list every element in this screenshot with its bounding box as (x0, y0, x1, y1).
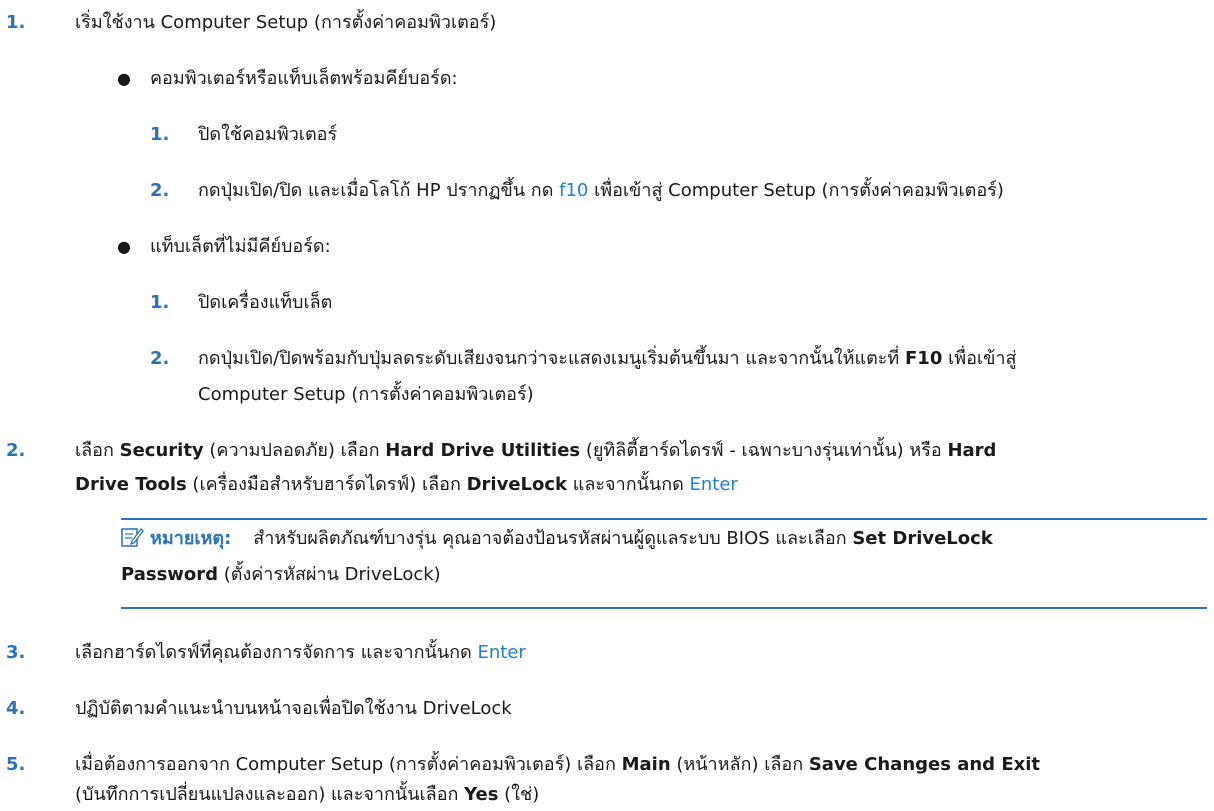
substep-text-cont: Computer Setup (การตั้งค่าคอมพิวเตอร์) (198, 384, 534, 405)
key-F10: F10 (905, 348, 943, 369)
step-number: 4. (6, 698, 26, 719)
step-text: เลือก Security (ความปลอดภัย) เลือก Hard … (75, 440, 997, 461)
substep-text: ปิดใช้คอมพิวเตอร์ (198, 124, 338, 145)
document-page: 1. เริ่มใช้งาน Computer Setup (การตั้งค่… (0, 0, 1214, 811)
substep-text: กดปุ่มเปิด/ปิดพร้อมกับปุ่มลดระดับเสียงจน… (198, 348, 1017, 369)
note-pencil-icon (121, 528, 144, 547)
note-line: หมายเหตุ: สำหรับผลิตภัณฑ์บางรุ่น คุณอาจต้… (150, 528, 993, 549)
step-number: 5. (6, 754, 26, 775)
step-number: 2. (6, 440, 26, 461)
step-text: เริ่มใช้งาน Computer Setup (การตั้งค่าคอ… (75, 12, 497, 33)
bullet-text: คอมพิวเตอร์หรือแท็บเล็ตพร้อมคีย์บอร์ด: (150, 68, 458, 89)
key-f10: f10 (559, 180, 589, 201)
note-top-rule (121, 518, 1207, 520)
key-enter: Enter (689, 474, 738, 495)
substep-number: 2. (150, 180, 170, 201)
substep-number: 1. (150, 292, 170, 313)
substep-text: ปิดเครื่องแท็บเล็ต (198, 292, 333, 313)
key-enter: Enter (477, 642, 526, 663)
bullet-dot: ● (117, 69, 131, 88)
bullet-text: แท็บเล็ตที่ไม่มีคีย์บอร์ด: (150, 236, 331, 257)
note-label: หมายเหตุ: (150, 528, 232, 549)
bullet-dot: ● (117, 237, 131, 256)
note-bottom-rule (121, 607, 1207, 609)
step-text: เมื่อต้องการออกจาก Computer Setup (การตั… (75, 754, 1040, 775)
substep-text: กดปุ่มเปิด/ปิด และเมื่อโลโก้ HP ปรากฏขึ้… (198, 180, 1004, 201)
step-number: 3. (6, 642, 26, 663)
step-text: ปฏิบัติตามคำแนะนำบนหน้าจอเพื่อปิดใช้งาน … (75, 698, 512, 719)
step-text-cont: Drive Tools (เครื่องมือสำหรับฮาร์ดไดรฟ์)… (75, 474, 738, 495)
substep-number: 1. (150, 124, 170, 145)
step-number: 1. (6, 12, 26, 33)
substep-number: 2. (150, 348, 170, 369)
note-line-cont: Password (ตั้งค่ารหัสผ่าน DriveLock) (121, 564, 441, 585)
step-text-cont: (บันทึกการเปลี่ยนแปลงและออก) และจากนั้นเ… (75, 784, 540, 805)
step-text: เลือกฮาร์ดไดรฟ์ที่คุณต้องการจัดการ และจา… (75, 642, 526, 663)
